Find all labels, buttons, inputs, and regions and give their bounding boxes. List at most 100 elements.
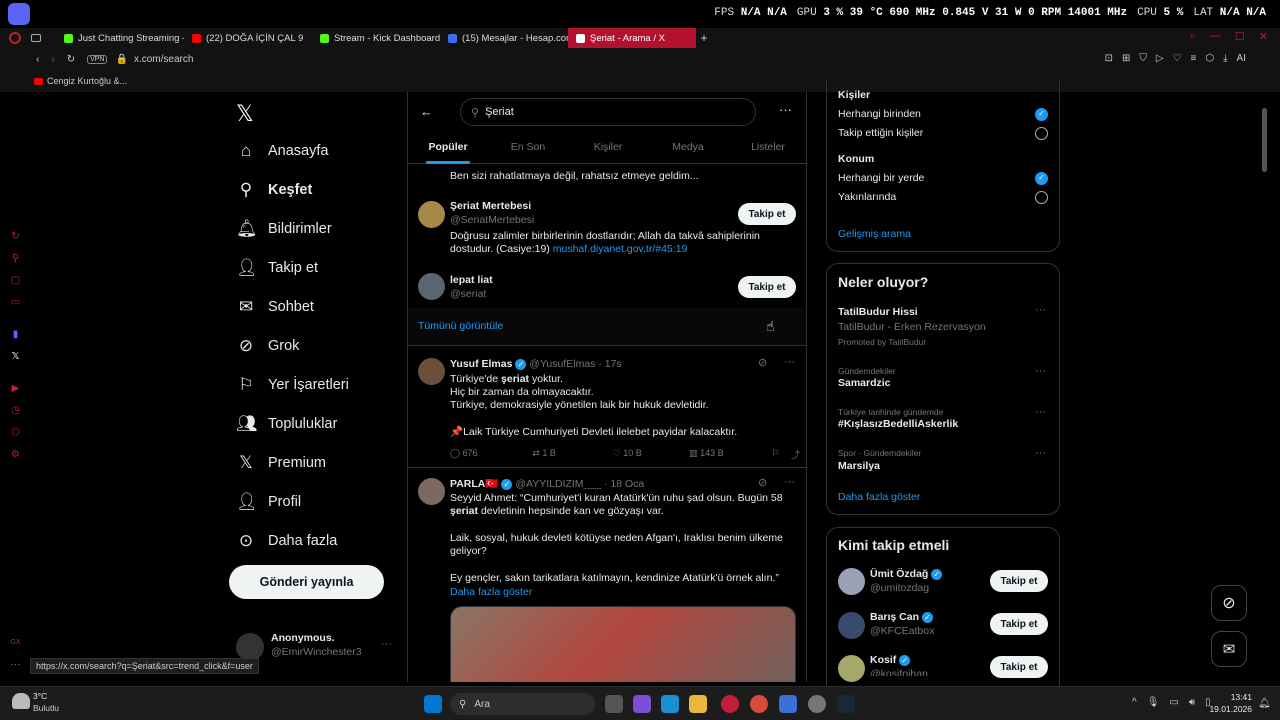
tab-popular[interactable]: Popüler: [408, 134, 488, 163]
radio-anywhere[interactable]: ✓: [1035, 172, 1048, 185]
browser-tab[interactable]: (15) Mesajlar - Hesap.com: [440, 28, 568, 48]
suggested-avatar[interactable]: [838, 655, 865, 682]
suggested-avatar[interactable]: [838, 568, 865, 595]
account-more-icon[interactable]: ···: [381, 638, 392, 650]
network-icon[interactable]: ▭: [1169, 697, 1178, 708]
show-more-link[interactable]: Daha fazla göster: [450, 586, 532, 599]
chrome-icon[interactable]: [750, 695, 768, 713]
post-button[interactable]: Gönderi yayınla: [229, 565, 384, 599]
mic-icon[interactable]: 🎙︎: [1147, 697, 1160, 708]
twitch-icon[interactable]: ▮: [10, 329, 21, 340]
retweet-button[interactable]: ⇄ 1 B: [532, 448, 612, 461]
show-more-link[interactable]: Daha fazla göster: [838, 491, 920, 504]
discord-icon[interactable]: [8, 3, 30, 25]
url-field[interactable]: x.com/search: [134, 54, 193, 65]
bookmark-item[interactable]: Cengiz Kurtoğlu &...: [47, 76, 127, 86]
tab-media[interactable]: Medya: [648, 134, 728, 163]
radio-nearby[interactable]: [1035, 191, 1048, 204]
radio-any-person[interactable]: ✓: [1035, 108, 1048, 121]
user-avatar[interactable]: [418, 273, 445, 300]
user-avatar[interactable]: [418, 201, 445, 228]
volume-icon[interactable]: 🔊︎: [1189, 697, 1195, 708]
views-button[interactable]: ▥ 143 B: [689, 448, 771, 461]
bookmark-icon[interactable]: ⚐: [771, 448, 791, 461]
tray-chevron-icon[interactable]: ^: [1132, 697, 1137, 708]
weather-icon[interactable]: [12, 693, 30, 709]
trend-name[interactable]: TatilBudur Hissi: [838, 306, 918, 319]
x-logo-icon[interactable]: 𝕏: [236, 101, 254, 127]
suggested-name[interactable]: Kosif: [870, 654, 896, 666]
grok-float-button[interactable]: ⊘: [1211, 585, 1247, 621]
tweet-author[interactable]: Yusuf Elmas: [450, 358, 512, 370]
vpn-badge[interactable]: VPN: [87, 54, 108, 64]
task-view-icon[interactable]: [605, 695, 623, 713]
tweet-avatar[interactable]: [418, 358, 445, 385]
clock-date[interactable]: 19.01.2026: [1206, 704, 1252, 714]
follow-button[interactable]: Takip et: [738, 203, 796, 225]
scrollbar-thumb[interactable]: [1262, 108, 1267, 172]
trend-more-icon[interactable]: ···: [1035, 365, 1046, 377]
tweet-media-image[interactable]: [450, 606, 796, 682]
heart-icon[interactable]: ♡: [1173, 53, 1182, 64]
advanced-search-link[interactable]: Gelişmiş arama: [838, 228, 911, 241]
trend-more-icon[interactable]: ···: [1035, 447, 1046, 459]
nav-chat[interactable]: ✉ Sohbet: [236, 297, 314, 317]
search-tabs-icon[interactable]: ⌕: [1190, 30, 1196, 43]
nav-communities[interactable]: 👥︎ Topluluklar: [236, 414, 337, 434]
taskbar-search[interactable]: ⚲ Ara: [450, 693, 595, 715]
edge-icon[interactable]: [661, 695, 679, 713]
nav-explore[interactable]: ⚲ Keşfet: [236, 180, 313, 200]
trend-more-icon[interactable]: ···: [1035, 406, 1046, 418]
play-icon[interactable]: ▷: [1156, 53, 1164, 64]
opera-gx-icon[interactable]: [721, 695, 739, 713]
share-icon[interactable]: ⤴: [791, 448, 800, 461]
extensions-icon[interactable]: ⬡: [1205, 53, 1214, 64]
nav-bookmarks[interactable]: ⚐ Yer İşaretleri: [236, 375, 349, 395]
trend-more-icon[interactable]: ···: [1035, 304, 1046, 316]
sidebar-cube-icon[interactable]: ⬡: [10, 427, 21, 438]
store-icon[interactable]: [779, 695, 797, 713]
file-explorer-icon[interactable]: [689, 695, 707, 713]
ai-button[interactable]: AI: [1237, 53, 1246, 64]
search-input[interactable]: ⚲ Şeriat: [460, 98, 756, 126]
shield-icon[interactable]: ⛉: [1139, 53, 1147, 64]
browser-tab[interactable]: Just Chatting Streaming -: [56, 28, 184, 48]
sidebar-bag-icon[interactable]: ⚲: [10, 253, 21, 264]
reload-icon[interactable]: ↻: [67, 54, 75, 65]
suggested-name[interactable]: Ümit Özdağ: [870, 568, 928, 580]
sidebar-settings-icon[interactable]: ⚙: [10, 449, 21, 460]
suggested-avatar[interactable]: [838, 612, 865, 639]
user-name[interactable]: Şeriat Mertebesi: [450, 200, 531, 213]
x-sidebar-icon[interactable]: 𝕏: [10, 351, 21, 362]
filter-option-label[interactable]: Herhangi birinden: [838, 108, 921, 121]
user-name[interactable]: lepat liat: [450, 274, 493, 287]
follow-button[interactable]: Takip et: [990, 570, 1048, 592]
grok-icon[interactable]: ⊘: [758, 476, 767, 489]
tweet-avatar[interactable]: [418, 478, 445, 505]
clock-time[interactable]: 13:41: [1214, 692, 1252, 702]
follow-button[interactable]: Takip et: [990, 613, 1048, 635]
sidebar-chat-icon[interactable]: ▢: [10, 275, 21, 286]
new-tab-icon[interactable]: +: [696, 31, 712, 45]
follow-button[interactable]: Takip et: [738, 276, 796, 298]
snapshot-icon[interactable]: ⊞: [1122, 53, 1130, 64]
gx-icon[interactable]: GX: [10, 637, 21, 648]
copilot-icon[interactable]: [633, 695, 651, 713]
windows-start-icon[interactable]: [424, 695, 442, 713]
tab-list-icon[interactable]: [31, 34, 41, 42]
suggested-name[interactable]: Barış Can: [870, 611, 919, 623]
forward-icon[interactable]: ›: [51, 54, 54, 65]
filter-option-label[interactable]: Takip ettiğin kişiler: [838, 127, 923, 140]
follow-button[interactable]: Takip et: [990, 656, 1048, 678]
tweet-author[interactable]: PARLA🇹🇷: [450, 478, 498, 490]
tab-people[interactable]: Kişiler: [568, 134, 648, 163]
nav-premium[interactable]: 𝕏 Premium: [236, 453, 326, 473]
tab-lists[interactable]: Listeler: [728, 134, 806, 163]
sidebar-tv-icon[interactable]: ▭: [10, 297, 21, 308]
steam-icon[interactable]: [837, 695, 855, 713]
trend-name[interactable]: #KışlasızBedelliAskerlik: [838, 418, 958, 431]
nav-profile[interactable]: 👤︎ Profil: [236, 492, 301, 512]
app-icon[interactable]: [808, 695, 826, 713]
show-all-link[interactable]: Tümünü görüntüle: [418, 320, 503, 332]
back-icon[interactable]: ‹: [36, 54, 39, 65]
